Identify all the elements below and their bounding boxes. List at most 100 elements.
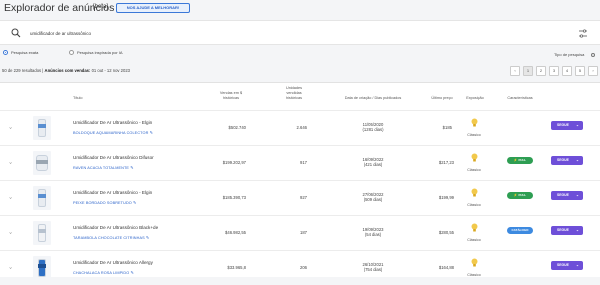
variant-link[interactable]: CHACHALACA ROSA LIMPIDO ✎ <box>73 270 134 275</box>
variant-link[interactable]: PEIXE BORDADO SOBRETUDO ✎ <box>73 200 136 205</box>
product-title[interactable]: Umidificador De Ar Ultrassônico Allergy <box>73 260 153 265</box>
lightbulb-icon <box>471 258 478 267</box>
table-row[interactable]: › Umidificador De Ar Ultrassônico - Elgi… <box>0 180 600 215</box>
search-type-options: Pesquisa exata Pesquisa inspirada por IA <box>0 48 600 58</box>
pagination-prev[interactable]: ‹ <box>510 66 520 76</box>
days-published: (54 dias) <box>364 232 382 237</box>
follow-button[interactable]: SEGUE ⌄ <box>551 226 583 235</box>
days-published: (421 dias) <box>363 162 383 167</box>
follow-label: SEGUE <box>557 228 569 232</box>
badge-label: FULL <box>518 193 527 197</box>
chevron-down-icon: ⌄ <box>575 158 579 162</box>
follow-label: SEGUE <box>557 123 569 127</box>
lightbulb-icon <box>471 153 478 162</box>
exposure-label: Clássico <box>467 238 481 242</box>
variant-link[interactable]: RAVEN ACACIA TOTALMENTE ✎ <box>73 165 134 170</box>
follow-button[interactable]: SEGUE ⌄ <box>551 121 583 130</box>
units-value: 917 <box>300 160 307 165</box>
product-title[interactable]: Umidificador De Ar Ultrassônico - Elgin <box>73 190 152 195</box>
price-value: $280,55 <box>438 230 454 235</box>
badge-label: FULL <box>518 158 527 162</box>
exposure-label: Clássico <box>467 203 481 207</box>
results-sales-label: Anúncios com vendas: <box>44 68 91 73</box>
search-type-label: Tipo de pesquisa <box>554 52 585 57</box>
units-value: 206 <box>300 265 307 270</box>
price-value: $185 <box>442 125 452 130</box>
follow-button[interactable]: SEGUE ⌄ <box>551 191 583 200</box>
follow-label: SEGUE <box>557 193 569 197</box>
pagination-page-4[interactable]: 4 <box>562 66 572 76</box>
col-header-units: Unidades vendidas históricas <box>285 86 303 100</box>
follow-button[interactable]: SEGUE ⌄ <box>551 156 583 165</box>
sliders-icon[interactable] <box>578 29 588 38</box>
chevron-right-icon[interactable]: › <box>7 162 13 164</box>
exposure-label: Clássico <box>467 133 481 137</box>
price-value: $164,88 <box>438 265 454 270</box>
table-row[interactable]: › Umidificador De Ar Ultrassônico Difuso… <box>0 145 600 180</box>
variant-link[interactable]: BOLDOQUE AQUAMARINHA COLECTOR ✎ <box>73 130 153 135</box>
pagination-page-1[interactable]: 1 <box>523 66 533 76</box>
page-header: Explorador de anúncios [beta] NOS AJUDE … <box>0 0 600 20</box>
chevron-right-icon[interactable]: › <box>7 267 13 269</box>
pencil-icon: ✎ <box>133 201 137 205</box>
beta-tag: [beta] <box>93 4 109 10</box>
full-badge: ⚡ FULL <box>507 192 533 199</box>
product-title[interactable]: Umidificador De Ar Ultrassônico Difusor <box>73 155 154 160</box>
date-cell: 11/05/2020 (1281 dias) <box>333 122 413 132</box>
pagination-page-3[interactable]: 3 <box>549 66 559 76</box>
pencil-icon: ✎ <box>130 166 134 170</box>
search-icon[interactable] <box>11 28 21 38</box>
search-bar <box>0 20 600 45</box>
date-cell: 16/09/2022 (421 dias) <box>333 157 413 167</box>
radio-ai-label: Pesquisa inspirada por IA <box>77 50 123 55</box>
revenue-value: $185.390,73 <box>222 195 246 200</box>
results-table: Título Vendas em $ históricas Unidades v… <box>0 82 600 280</box>
follow-label: SEGUE <box>557 263 569 267</box>
units-value: 2.646 <box>296 125 307 130</box>
col-header-revenue: Vendas em $ históricas <box>219 91 243 100</box>
days-published: (509 dias) <box>363 197 383 202</box>
search-input[interactable] <box>30 28 430 38</box>
product-title[interactable]: Umidificador De Ar Ultrassônico Black+de <box>73 225 158 230</box>
pagination-next[interactable]: › <box>588 66 598 76</box>
lightbulb-icon <box>471 188 478 197</box>
results-count: 50 de 229 resultados | <box>2 68 44 73</box>
chevron-right-icon[interactable]: › <box>7 197 13 199</box>
revenue-value: $46.982,55 <box>225 230 246 235</box>
product-title[interactable]: Umidificador De Ar Ultrassônico - Elgin <box>73 120 152 125</box>
table-row[interactable]: › Umidificador De Ar Ultrassônico - Elgi… <box>0 110 600 145</box>
days-published: (754 dias) <box>363 267 383 272</box>
radio-exact-search[interactable] <box>3 50 8 55</box>
info-icon[interactable] <box>591 53 595 57</box>
product-image <box>33 186 51 210</box>
full-badge: ⚡ FULL <box>507 157 533 164</box>
chevron-right-icon[interactable]: › <box>7 127 13 129</box>
chevron-right-icon[interactable]: › <box>7 232 13 234</box>
chevron-down-icon: ⌄ <box>575 123 579 127</box>
table-row[interactable]: › Umidificador De Ar Ultrassônico Black+… <box>0 215 600 250</box>
catalog-badge: CATÁLOGO <box>507 227 533 234</box>
days-published: (1281 dias) <box>362 127 384 132</box>
chevron-down-icon: ⌄ <box>575 263 579 267</box>
results-summary: 50 de 229 resultados | Anúncios com vend… <box>2 68 130 73</box>
revenue-value: $199.202,97 <box>222 160 246 165</box>
col-header-price: Último preço <box>431 96 453 100</box>
col-header-exposure: Exposição <box>466 96 484 100</box>
price-value: $217,23 <box>438 160 454 165</box>
date-cell: 19/09/2023 (54 dias) <box>333 227 413 237</box>
pagination-page-5[interactable]: 5 <box>575 66 585 76</box>
pagination-page-2[interactable]: 2 <box>536 66 546 76</box>
product-image <box>33 221 51 245</box>
variant-link[interactable]: TARAMBOLA CHOCOLATE CITRINHAS ✎ <box>73 235 149 240</box>
date-cell: 26/10/2021 (754 dias) <box>333 262 413 272</box>
col-header-title: Título <box>73 96 83 100</box>
table-row[interactable]: › Umidificador De Ar Ultrassônico Allerg… <box>0 250 600 285</box>
radio-ai-search[interactable] <box>69 50 74 55</box>
help-improve-button[interactable]: NOS AJUDE A MELHORAR! <box>116 3 190 13</box>
price-value: $199,99 <box>438 195 454 200</box>
product-image <box>33 256 51 280</box>
units-value: 187 <box>300 230 307 235</box>
radio-exact-label: Pesquisa exata <box>11 50 39 55</box>
follow-button[interactable]: SEGUE ⌄ <box>551 261 583 270</box>
pencil-icon: ✎ <box>149 131 153 135</box>
